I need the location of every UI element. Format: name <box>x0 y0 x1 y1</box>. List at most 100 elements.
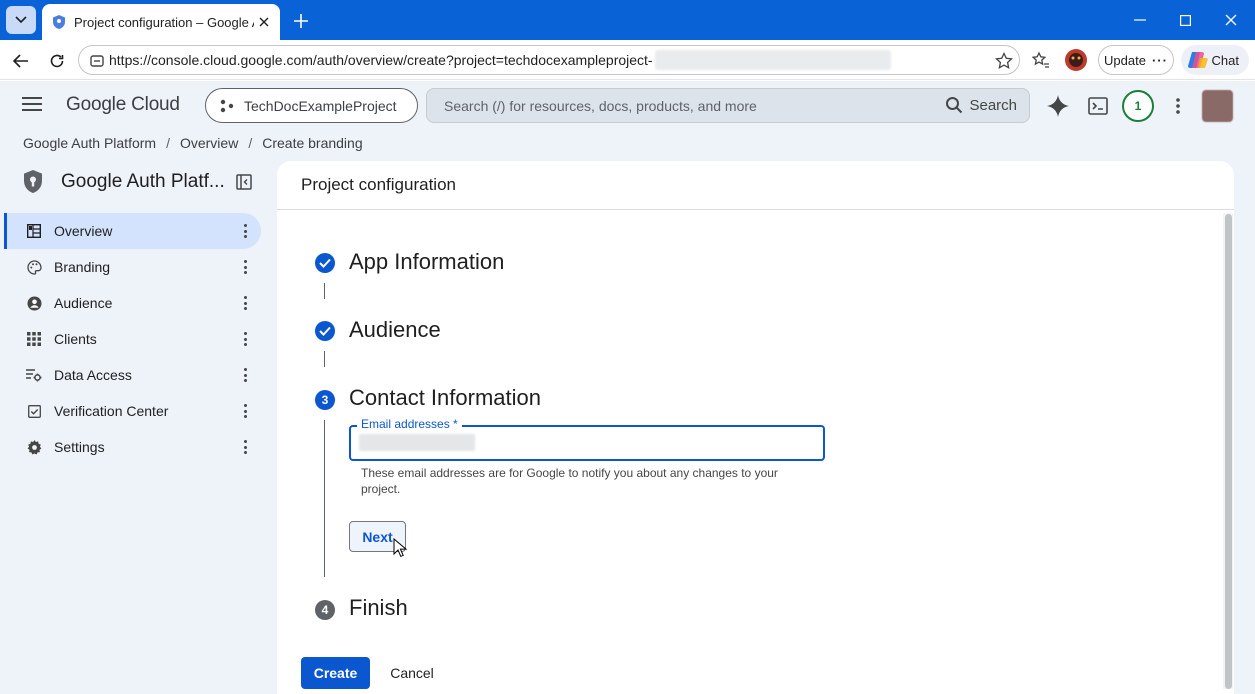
create-button[interactable]: Create <box>301 657 370 689</box>
shield-icon <box>53 15 65 29</box>
project-hub-icon <box>220 99 234 112</box>
email-addresses-label: Email addresses * <box>357 417 462 431</box>
redacted-url-segment <box>654 50 891 70</box>
minimize-icon <box>1134 19 1146 21</box>
maximize-button[interactable] <box>1173 8 1197 32</box>
more-vertical-icon[interactable] <box>241 367 249 383</box>
more-vertical-icon[interactable] <box>241 295 249 311</box>
url-text: https://console.cloud.google.com/auth/ov… <box>109 52 653 68</box>
more-options-button[interactable] <box>1165 93 1191 119</box>
back-button[interactable] <box>8 48 34 74</box>
site-info-icon[interactable] <box>89 53 105 74</box>
close-icon <box>1225 14 1237 26</box>
sidebar-item-audience[interactable]: Audience <box>4 285 261 321</box>
close-window-button[interactable] <box>1219 8 1243 32</box>
sidebar-item-branding[interactable]: Branding <box>4 249 261 285</box>
chevron-down-icon <box>15 16 27 24</box>
terminal-icon <box>1088 97 1108 115</box>
step-connector <box>324 420 325 577</box>
browser-toolbar: https://console.cloud.google.com/auth/ov… <box>0 40 1255 80</box>
tab-title: Project configuration – Google Auth Plat… <box>74 14 254 30</box>
page-title: Project configuration <box>301 175 456 194</box>
sidebar-item-overview[interactable]: Overview <box>4 213 261 249</box>
step-complete-check-icon <box>315 321 335 341</box>
checkbox-icon <box>26 403 42 419</box>
user-avatar[interactable] <box>1202 90 1233 122</box>
redacted-email-value <box>359 434 475 451</box>
notifications-badge[interactable]: 1 <box>1122 90 1154 122</box>
project-name: TechDocExampleProject <box>244 97 397 114</box>
browser-title-bar: Project configuration – Google Auth Plat… <box>0 0 1255 40</box>
search-placeholder: Search (/) for resources, docs, products… <box>444 97 757 114</box>
step-number-badge: 3 <box>315 390 335 410</box>
browser-tab[interactable]: Project configuration – Google Auth Plat… <box>42 4 280 40</box>
tab-search-button[interactable] <box>6 6 36 34</box>
profile-avatar-icon[interactable] <box>1064 48 1088 72</box>
step-connector <box>324 283 325 299</box>
data-access-icon <box>26 367 42 383</box>
sidebar-collapse-icon <box>236 174 252 190</box>
address-bar[interactable]: https://console.cloud.google.com/auth/ov… <box>78 45 1020 75</box>
account-circle-icon <box>26 295 42 311</box>
project-configuration-panel: Project configuration App Information Au… <box>277 161 1234 694</box>
breadcrumb-item-overview[interactable]: Overview <box>180 135 238 151</box>
shield-icon <box>24 170 42 193</box>
google-cloud-logo[interactable]: Google Cloud <box>66 94 180 116</box>
reload-button[interactable] <box>44 48 70 74</box>
update-button[interactable]: Update ··· <box>1098 45 1174 75</box>
breadcrumb-item-auth-platform[interactable]: Google Auth Platform <box>23 135 156 151</box>
more-vertical-icon[interactable] <box>241 403 249 419</box>
gear-icon <box>26 439 42 455</box>
sidebar-item-label: Audience <box>54 295 113 311</box>
sidebar-product-title: Google Auth Platf... <box>22 169 225 195</box>
step-number-badge: 4 <box>315 600 335 620</box>
more-vertical-icon[interactable] <box>241 331 249 347</box>
email-helper-text: These email addresses are for Google to … <box>361 466 778 496</box>
project-picker[interactable]: TechDocExampleProject <box>205 88 418 123</box>
cloud-shell-button[interactable] <box>1085 93 1111 119</box>
title-divider <box>277 209 1234 210</box>
sidebar-item-data-access[interactable]: Data Access <box>4 357 261 393</box>
sidebar-title: Google Auth Platf... <box>61 171 225 192</box>
close-tab-icon[interactable] <box>256 14 272 30</box>
collapse-sidebar-button[interactable] <box>236 174 254 190</box>
gemini-button[interactable] <box>1045 93 1071 119</box>
step-connector <box>324 351 325 367</box>
new-tab-button[interactable] <box>288 8 314 34</box>
main-menu-button[interactable] <box>22 96 44 116</box>
more-vertical-icon[interactable] <box>241 223 249 239</box>
sidebar-item-clients[interactable]: Clients <box>4 321 261 357</box>
step-title-audience[interactable]: Audience <box>349 317 441 343</box>
chat-label: Chat <box>1211 52 1239 68</box>
cancel-button[interactable]: Cancel <box>382 657 442 689</box>
breadcrumb: Google Auth Platform / Overview / Create… <box>23 135 363 151</box>
copilot-chat-button[interactable]: Chat <box>1181 45 1249 75</box>
breadcrumb-separator: / <box>166 135 170 151</box>
sidebar-item-settings[interactable]: Settings <box>4 429 261 465</box>
favorites-icon[interactable] <box>1029 48 1053 72</box>
sidebar-item-label: Settings <box>54 439 105 455</box>
step-title-app-information[interactable]: App Information <box>349 249 504 275</box>
search-button[interactable]: Search <box>945 96 1017 114</box>
sidebar-item-verification-center[interactable]: Verification Center <box>4 393 261 429</box>
gemini-sparkle-icon <box>1047 95 1069 117</box>
grid-icon <box>26 331 42 347</box>
search-button-label: Search <box>969 96 1017 114</box>
update-label: Update <box>1104 52 1146 68</box>
search-icon <box>946 97 963 114</box>
console-search-input[interactable]: Search (/) for resources, docs, products… <box>426 88 1030 123</box>
sidebar-item-label: Clients <box>54 331 97 347</box>
reload-icon <box>50 54 64 68</box>
scrollbar-thumb[interactable] <box>1225 214 1232 689</box>
breadcrumb-separator: / <box>248 135 253 151</box>
more-vertical-icon <box>1176 98 1180 114</box>
more-vertical-icon[interactable] <box>241 439 249 455</box>
dashboard-icon <box>26 223 42 239</box>
step-title-contact-information: Contact Information <box>349 385 541 410</box>
step-complete-check-icon <box>315 253 335 273</box>
more-vertical-icon[interactable] <box>241 259 249 275</box>
minimize-button[interactable] <box>1128 8 1152 32</box>
sidebar-item-label: Overview <box>54 223 113 239</box>
bookmark-star-icon[interactable] <box>995 51 1013 75</box>
sidebar-item-label: Data Access <box>54 367 132 383</box>
